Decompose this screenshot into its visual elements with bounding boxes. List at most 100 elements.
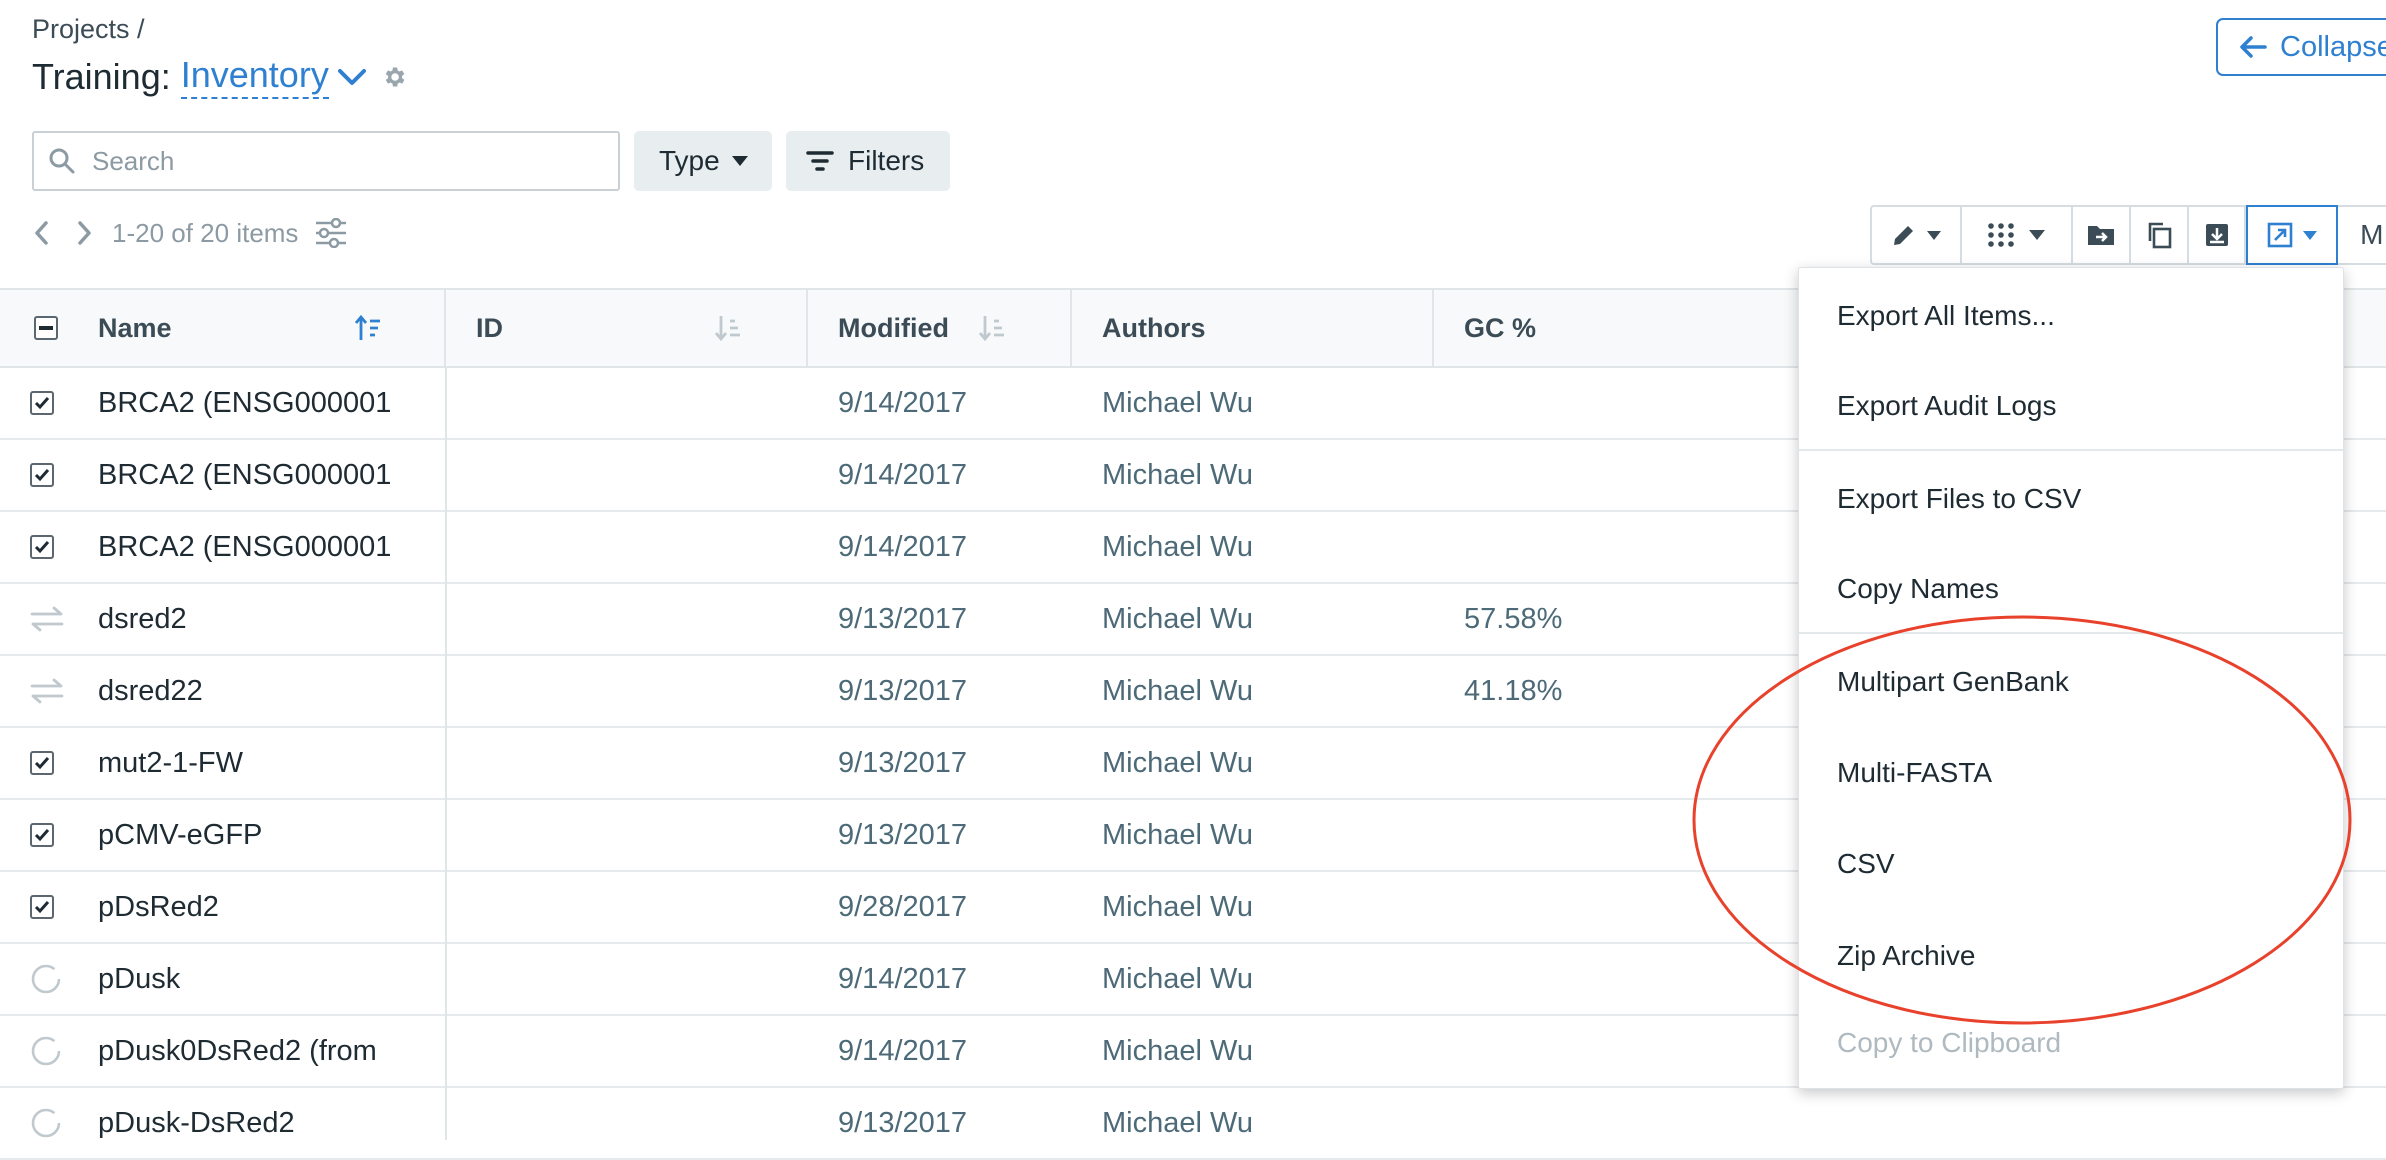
menu-item-export-audit-logs[interactable]: Export Audit Logs bbox=[1799, 361, 2345, 451]
export-icon bbox=[2267, 222, 2293, 248]
copy-button[interactable] bbox=[2131, 207, 2189, 263]
row-modified: 9/13/2017 bbox=[838, 1106, 968, 1139]
row-modified: 9/14/2017 bbox=[838, 386, 968, 419]
row-checkbox[interactable] bbox=[30, 440, 54, 510]
caret-down-icon bbox=[1926, 230, 1941, 240]
checkmark-icon bbox=[34, 757, 50, 770]
row-name[interactable]: dsred22 bbox=[98, 656, 392, 726]
move-to-folder-button[interactable] bbox=[2073, 207, 2131, 263]
swap-arrows-icon bbox=[30, 584, 64, 654]
menu-item-export-all[interactable]: Export All Items... bbox=[1799, 271, 2345, 361]
filter-icon bbox=[806, 151, 834, 171]
circular-plasmid-icon bbox=[30, 1088, 62, 1158]
column-header-authors[interactable]: Authors bbox=[1072, 290, 1434, 366]
row-checkbox[interactable] bbox=[30, 728, 54, 798]
filters-label: Filters bbox=[848, 145, 925, 176]
edit-menu-button[interactable] bbox=[1872, 207, 1962, 263]
row-checkbox[interactable] bbox=[30, 800, 54, 870]
chevron-down-icon[interactable] bbox=[337, 67, 367, 87]
row-name[interactable]: BRCA2 (ENSG000001 bbox=[98, 368, 392, 438]
minus-icon bbox=[39, 326, 53, 330]
column-header-id[interactable]: ID bbox=[446, 290, 808, 366]
more-menu-button[interactable]: M bbox=[2338, 207, 2386, 263]
archive-button[interactable] bbox=[2189, 207, 2247, 263]
row-name[interactable]: pDsRed2 bbox=[98, 872, 392, 942]
row-modified: 9/28/2017 bbox=[838, 890, 968, 923]
row-author: Michael Wu bbox=[1102, 1106, 1253, 1139]
collapse-button[interactable]: Collapse bbox=[2216, 18, 2386, 76]
row-modified: 9/13/2017 bbox=[838, 674, 968, 707]
search-box[interactable] bbox=[32, 131, 620, 191]
row-checkbox[interactable] bbox=[30, 368, 54, 438]
annotation-ellipse bbox=[1692, 615, 2352, 1025]
row-gc: 57.58% bbox=[1464, 602, 1563, 635]
pagination: 1-20 of 20 items bbox=[32, 215, 348, 251]
collapse-label: Collapse bbox=[2280, 30, 2386, 63]
column-header-gc[interactable]: GC % bbox=[1434, 290, 1834, 366]
checkmark-icon bbox=[34, 469, 50, 482]
checkmark-icon bbox=[34, 397, 50, 410]
circular-plasmid-icon bbox=[30, 944, 62, 1014]
title-prefix: Training: bbox=[32, 56, 171, 97]
row-author: Michael Wu bbox=[1102, 530, 1253, 563]
sort-icon[interactable] bbox=[978, 314, 1006, 342]
caret-down-icon bbox=[2303, 230, 2318, 240]
row-name[interactable]: pCMV-eGFP bbox=[98, 800, 392, 870]
menu-item-export-files-csv[interactable]: Export Files to CSV bbox=[1799, 454, 2345, 544]
row-name[interactable]: dsred2 bbox=[98, 584, 392, 654]
row-name[interactable]: pDusk0DsRed2 (from bbox=[98, 1016, 392, 1086]
bulk-actions-toolbar: M bbox=[1870, 205, 2386, 265]
search-icon bbox=[49, 148, 75, 174]
swap-arrows-icon bbox=[30, 656, 64, 726]
row-author: Michael Wu bbox=[1102, 386, 1253, 419]
apps-menu-button[interactable] bbox=[1962, 207, 2074, 263]
select-all-checkbox[interactable] bbox=[34, 316, 58, 340]
breadcrumb[interactable]: Projects / bbox=[32, 14, 145, 45]
column-settings-icon[interactable] bbox=[314, 218, 348, 248]
table-row[interactable]: pDusk-DsRed2 9/13/2017 Michael Wu bbox=[0, 1088, 2386, 1160]
row-author: Michael Wu bbox=[1102, 962, 1253, 995]
checkmark-icon bbox=[34, 901, 50, 914]
sort-ascending-icon[interactable] bbox=[354, 314, 382, 342]
checkmark-icon bbox=[34, 541, 50, 554]
row-name[interactable]: mut2-1-FW bbox=[98, 728, 392, 798]
caret-down-icon bbox=[2029, 230, 2046, 240]
row-name[interactable]: BRCA2 (ENSG000001 bbox=[98, 512, 392, 582]
filters-button[interactable]: Filters bbox=[786, 131, 950, 191]
export-menu-button[interactable] bbox=[2246, 205, 2339, 265]
menu-divider bbox=[1799, 449, 2345, 451]
row-author: Michael Wu bbox=[1102, 674, 1253, 707]
row-author: Michael Wu bbox=[1102, 890, 1253, 923]
arrow-left-icon bbox=[2240, 36, 2267, 58]
row-author: Michael Wu bbox=[1102, 818, 1253, 851]
sort-icon[interactable] bbox=[714, 314, 742, 342]
row-name[interactable]: pDusk bbox=[98, 944, 392, 1014]
row-name[interactable]: BRCA2 (ENSG000001 bbox=[98, 440, 392, 510]
column-header-name[interactable]: Name bbox=[0, 290, 446, 366]
type-filter-label: Type bbox=[659, 145, 720, 176]
row-checkbox[interactable] bbox=[30, 872, 54, 942]
gear-icon[interactable] bbox=[381, 64, 407, 90]
copy-icon bbox=[2148, 222, 2172, 249]
checkmark-icon bbox=[34, 829, 50, 842]
caret-down-icon bbox=[731, 156, 748, 166]
row-modified: 9/14/2017 bbox=[838, 1034, 968, 1067]
project-selector[interactable]: Inventory bbox=[180, 55, 329, 99]
page-title: Training: Inventory bbox=[32, 52, 407, 102]
row-author: Michael Wu bbox=[1102, 1034, 1253, 1067]
archive-icon bbox=[2205, 224, 2228, 246]
row-modified: 9/13/2017 bbox=[838, 602, 968, 635]
chevron-right-icon[interactable] bbox=[74, 220, 94, 246]
row-modified: 9/13/2017 bbox=[838, 818, 968, 851]
column-header-modified[interactable]: Modified bbox=[808, 290, 1072, 366]
row-author: Michael Wu bbox=[1102, 458, 1253, 491]
chevron-left-icon[interactable] bbox=[32, 220, 52, 246]
row-checkbox[interactable] bbox=[30, 512, 54, 582]
folder-move-icon bbox=[2088, 226, 2115, 245]
row-name[interactable]: pDusk-DsRed2 bbox=[98, 1088, 392, 1158]
search-input[interactable] bbox=[90, 144, 594, 178]
column-label-modified: Modified bbox=[838, 312, 949, 343]
column-label-id: ID bbox=[476, 312, 503, 343]
column-label-gc: GC % bbox=[1464, 312, 1537, 343]
type-filter-button[interactable]: Type bbox=[634, 131, 772, 191]
